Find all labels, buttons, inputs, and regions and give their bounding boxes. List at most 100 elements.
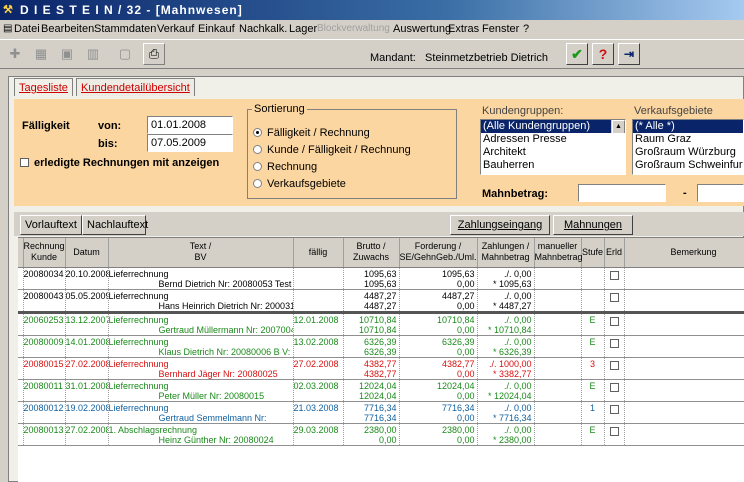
cell-manueller[interactable] — [534, 289, 582, 314]
cell-manueller[interactable] — [534, 267, 582, 290]
menu-bearbeiten[interactable]: Bearbeiten — [41, 20, 94, 38]
cell-datum[interactable]: 27.02.2008 — [65, 423, 109, 446]
cell-datum[interactable]: 13.12.2007 — [65, 312, 109, 336]
verkaufsgebiete-listbox[interactable]: (* Alle *) Raum Graz Großraum Würzburg G… — [632, 119, 744, 175]
list-item[interactable]: Raum Graz — [633, 133, 743, 146]
scrollbar[interactable]: ▲▼ — [611, 120, 625, 133]
cell-stufe[interactable] — [581, 289, 605, 314]
menu-verkauf[interactable]: Verkauf — [157, 20, 194, 38]
cell-manueller[interactable] — [534, 379, 582, 402]
cell-forderung[interactable]: 12024,04 0,00 — [399, 379, 478, 402]
cell-stufe[interactable]: E — [581, 423, 605, 446]
erld-checkbox[interactable] — [609, 426, 619, 436]
col-erld[interactable]: Erld — [604, 238, 625, 268]
col-faellig[interactable]: fällig — [293, 238, 344, 268]
list-item[interactable]: Bauherren — [481, 159, 625, 172]
cell-faellig[interactable] — [293, 267, 344, 290]
cell-bemerkung[interactable] — [624, 312, 744, 336]
print-icon[interactable]: ⎙ — [143, 43, 165, 65]
erledigte-checkbox[interactable] — [20, 158, 29, 167]
cell-erld[interactable] — [604, 379, 625, 402]
table-row[interactable]: 20060253 13.12.2007 Lieferrechnung Gertrau… — [18, 312, 744, 336]
menu-datei[interactable]: Datei — [14, 20, 40, 38]
list-item[interactable]: (Alle Kundengruppen) — [481, 120, 625, 133]
cell-zahlungen[interactable]: ./. 0,00 * 2380,00 — [477, 423, 535, 446]
help-icon[interactable]: ? — [592, 43, 614, 65]
menu-help[interactable]: ? — [523, 20, 529, 38]
col-brutto[interactable]: Brutto / Zuwachs — [343, 238, 400, 268]
erld-checkbox[interactable] — [609, 360, 619, 370]
list-item[interactable]: Großraum Schweinfurt — [633, 159, 743, 172]
menu-einkauf[interactable]: Einkauf — [198, 20, 235, 38]
cell-text[interactable]: Lieferrechnung Peter Müller Nr: 20080015 — [108, 379, 294, 402]
cell-manueller[interactable] — [534, 357, 582, 380]
col-zahlungen[interactable]: Zahlungen / Mahnbetrag — [477, 238, 535, 268]
col-stufe[interactable]: Stufe — [581, 238, 605, 268]
cell-forderung[interactable]: 2380,00 0,00 — [399, 423, 478, 446]
cell-forderung[interactable]: 1095,63 0,00 — [399, 267, 478, 290]
zahlungseingang-button[interactable]: Zahlungseingang — [450, 215, 550, 235]
tab-tagesliste[interactable]: Tagesliste — [14, 78, 73, 96]
cell-faellig[interactable]: 12.01.2008 — [293, 312, 344, 336]
cell-zahlungen[interactable]: ./. 0,00 * 4487,27 — [477, 289, 535, 314]
table-row[interactable]: 20080043 05.05.2009 Lieferrechnung Hans He… — [18, 289, 744, 314]
cell-faellig[interactable]: 27.02.2008 — [293, 357, 344, 380]
cell-faellig[interactable]: 02.03.2008 — [293, 379, 344, 402]
cell-zahlungen[interactable]: ./. 0,00 * 12024,04 — [477, 379, 535, 402]
cell-stufe[interactable]: 1 — [581, 401, 605, 424]
exit-door-icon[interactable]: ⇥ — [618, 43, 640, 65]
cell-erld[interactable] — [604, 423, 625, 446]
cell-forderung[interactable]: 6326,39 0,00 — [399, 335, 478, 358]
cell-faellig[interactable]: 29.03.2008 — [293, 423, 344, 446]
menu-auswertung[interactable]: Auswertung — [393, 20, 451, 38]
col-rechnung[interactable]: Rechnung Kunde — [23, 238, 66, 268]
table-row[interactable]: 20080011 31.01.2008 Lieferrechnung Peter M… — [18, 379, 744, 402]
cell-rechnung[interactable]: 20080011 — [23, 379, 66, 402]
menu-stammdaten[interactable]: Stammdaten — [94, 20, 156, 38]
vorlauftext-button[interactable]: Vorlauftext — [20, 215, 82, 235]
cell-datum[interactable]: 19.02.2008 — [65, 401, 109, 424]
cell-erld[interactable] — [604, 289, 625, 314]
bis-date-input[interactable]: 07.05.2009 — [147, 134, 233, 152]
cell-bemerkung[interactable] — [624, 401, 744, 424]
list-item[interactable]: Architekt — [481, 146, 625, 159]
cell-stufe[interactable]: E — [581, 335, 605, 358]
cell-text[interactable]: Lieferrechnung Hans Heinrich Dietrich Nr… — [108, 289, 294, 314]
kundengruppen-listbox[interactable]: (Alle Kundengruppen) Adressen Presse Arc… — [480, 119, 626, 175]
mahnbetrag-to-input[interactable] — [697, 184, 744, 202]
cell-brutto[interactable]: 2380,00 0,00 — [343, 423, 400, 446]
von-date-input[interactable]: 01.01.2008 — [147, 116, 233, 134]
cell-brutto[interactable]: 1095,63 1095,63 — [343, 267, 400, 290]
cell-erld[interactable] — [604, 401, 625, 424]
cell-bemerkung[interactable] — [624, 335, 744, 358]
cell-rechnung[interactable]: 20060253 — [23, 312, 66, 336]
cell-datum[interactable]: 31.01.2008 — [65, 379, 109, 402]
mahnbetrag-from-input[interactable] — [578, 184, 666, 202]
table-row[interactable]: 20080009 14.01.2008 Lieferrechnung Klaus D… — [18, 335, 744, 358]
cell-datum[interactable]: 05.05.2009 — [65, 289, 109, 314]
nachlauftext-button[interactable]: Nachlauftext — [82, 215, 148, 235]
cell-manueller[interactable] — [534, 312, 582, 336]
list-item[interactable]: (* Alle *) — [633, 120, 743, 133]
cell-rechnung[interactable]: 20080013 — [23, 423, 66, 446]
erld-checkbox[interactable] — [609, 292, 619, 302]
col-text[interactable]: Text / BV — [108, 238, 294, 268]
cell-zahlungen[interactable]: ./. 0,00 * 1095,63 — [477, 267, 535, 290]
list-item[interactable]: Adressen Presse — [481, 133, 625, 146]
scroll-up-icon[interactable]: ▲ — [612, 120, 625, 133]
menu-fenster[interactable]: Fenster — [482, 20, 519, 38]
cell-bemerkung[interactable] — [624, 357, 744, 380]
cell-stufe[interactable]: E — [581, 379, 605, 402]
cell-forderung[interactable]: 4487,27 0,00 — [399, 289, 478, 314]
cell-forderung[interactable]: 7716,34 0,00 — [399, 401, 478, 424]
erld-checkbox[interactable] — [609, 316, 619, 326]
sort-radio-kunde[interactable]: Kunde / Fälligkeit / Rechnung — [253, 144, 411, 156]
cell-bemerkung[interactable] — [624, 423, 744, 446]
cell-rechnung[interactable]: 20080043 — [23, 289, 66, 314]
cell-faellig[interactable]: 21.03.2008 — [293, 401, 344, 424]
col-bemerkung[interactable]: Bemerkung — [624, 238, 744, 268]
tab-kundendetailuebersicht[interactable]: Kundendetailübersicht — [76, 78, 195, 96]
confirm-check-icon[interactable]: ✔ — [566, 43, 588, 65]
cell-brutto[interactable]: 4382,77 4382,77 — [343, 357, 400, 380]
cell-text[interactable]: Lieferrechnung Klaus Dietrich Nr: 200800… — [108, 335, 294, 358]
